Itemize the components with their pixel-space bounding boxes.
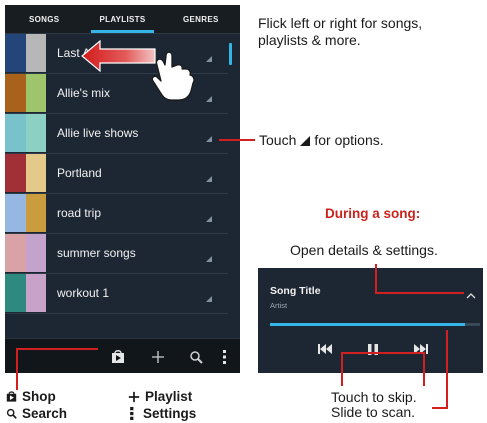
list-item[interactable]: Last Added [5, 34, 240, 74]
row-divider [5, 313, 228, 314]
callout-line [432, 407, 448, 409]
list-item[interactable]: Allie's mix [5, 74, 240, 114]
album-art [5, 114, 46, 152]
options-icon[interactable] [206, 256, 212, 262]
song-progress-bar[interactable] [270, 323, 480, 326]
options-triangle-icon [300, 135, 311, 146]
open-details-instruction: Open details & settings. [290, 242, 438, 258]
song-artist: Artist [270, 301, 288, 310]
list-item[interactable]: workout 1 [5, 274, 240, 314]
album-art [5, 74, 46, 112]
shop-icon [112, 350, 124, 363]
previous-button[interactable] [315, 340, 335, 358]
playlist-list[interactable]: Last Added Allie's mix Allie live shows … [5, 34, 240, 314]
shop-icon [6, 391, 17, 402]
playlist-name: Allie's mix [57, 86, 110, 100]
callout-line [219, 139, 255, 141]
add-playlist-button[interactable] [143, 339, 173, 373]
search-icon [190, 350, 203, 364]
menu-icon [223, 349, 226, 364]
legend-playlist-label: Playlist [145, 389, 193, 404]
tab-bar: SONGS PLAYLISTS GENRES [5, 5, 240, 33]
options-icon[interactable] [206, 56, 212, 62]
callout-line [341, 352, 343, 386]
callout-line [423, 352, 425, 386]
album-art [5, 194, 46, 232]
flick-instruction: Flick left or right for songs, playlists… [258, 15, 422, 49]
slide-scan-instruction: Slide to scan. [331, 404, 416, 420]
legend-search: Search [6, 406, 67, 421]
song-progress-fill [270, 323, 466, 326]
playlist-name: workout 1 [57, 286, 110, 300]
menu-icon [130, 407, 134, 420]
playlist-name: Last Added [57, 46, 118, 60]
legend-search-label: Search [22, 406, 68, 421]
legend-playlist: Playlist [128, 389, 192, 404]
playlist-name: Portland [57, 166, 102, 180]
list-item[interactable]: road trip [5, 194, 240, 234]
bottom-action-bar [5, 338, 240, 373]
callout-line [16, 348, 18, 390]
touch-options-instruction: Touch for options. [259, 132, 384, 149]
flick-instruction-line2: playlists & more. [258, 32, 361, 48]
song-title: Song Title [270, 285, 321, 297]
music-app-screen: SONGS PLAYLISTS GENRES Last Added Allie'… [5, 5, 240, 373]
callout-line [16, 348, 98, 350]
album-art [5, 234, 46, 272]
options-icon[interactable] [206, 176, 212, 182]
search-icon [6, 408, 17, 419]
callout-line [446, 330, 448, 409]
tab-songs[interactable]: SONGS [5, 5, 83, 33]
tab-genres[interactable]: GENRES [162, 5, 240, 33]
tab-playlists[interactable]: PLAYLISTS [83, 5, 161, 33]
callout-line [375, 264, 377, 294]
list-item[interactable]: summer songs [5, 234, 240, 274]
next-button[interactable] [411, 340, 431, 358]
shop-button[interactable] [103, 339, 133, 373]
callout-line [375, 292, 464, 294]
album-art [5, 274, 46, 312]
now-playing-widget[interactable]: Song Title Artist [258, 268, 483, 373]
touch-options-suffix: for options. [314, 132, 384, 148]
touch-options-prefix: Touch [259, 132, 297, 148]
playlist-name: summer songs [57, 246, 136, 260]
settings-button[interactable] [215, 339, 235, 373]
expand-icon[interactable] [466, 292, 476, 299]
search-button[interactable] [181, 339, 211, 373]
list-item[interactable]: Allie live shows [5, 114, 240, 154]
callout-line [341, 352, 425, 354]
legend-shop-label: Shop [22, 389, 56, 404]
add-icon [152, 350, 164, 363]
options-icon[interactable] [206, 96, 212, 102]
options-icon[interactable] [206, 136, 212, 142]
album-art [5, 154, 46, 192]
pause-button[interactable] [363, 340, 383, 358]
legend-settings-label: Settings [143, 406, 197, 421]
add-icon [128, 391, 140, 402]
legend-settings: Settings [130, 406, 196, 421]
flick-instruction-line1: Flick left or right for songs, [258, 15, 423, 31]
during-song-heading: During a song: [325, 206, 421, 221]
list-item[interactable]: Portland [5, 154, 240, 194]
scrollbar[interactable] [229, 43, 232, 65]
legend-shop: Shop [6, 389, 56, 404]
playlist-name: road trip [57, 206, 102, 220]
previous-icon [318, 344, 332, 354]
options-icon[interactable] [206, 296, 212, 302]
options-icon[interactable] [206, 216, 212, 222]
album-art [5, 34, 46, 72]
playlist-name: Allie live shows [57, 126, 139, 140]
